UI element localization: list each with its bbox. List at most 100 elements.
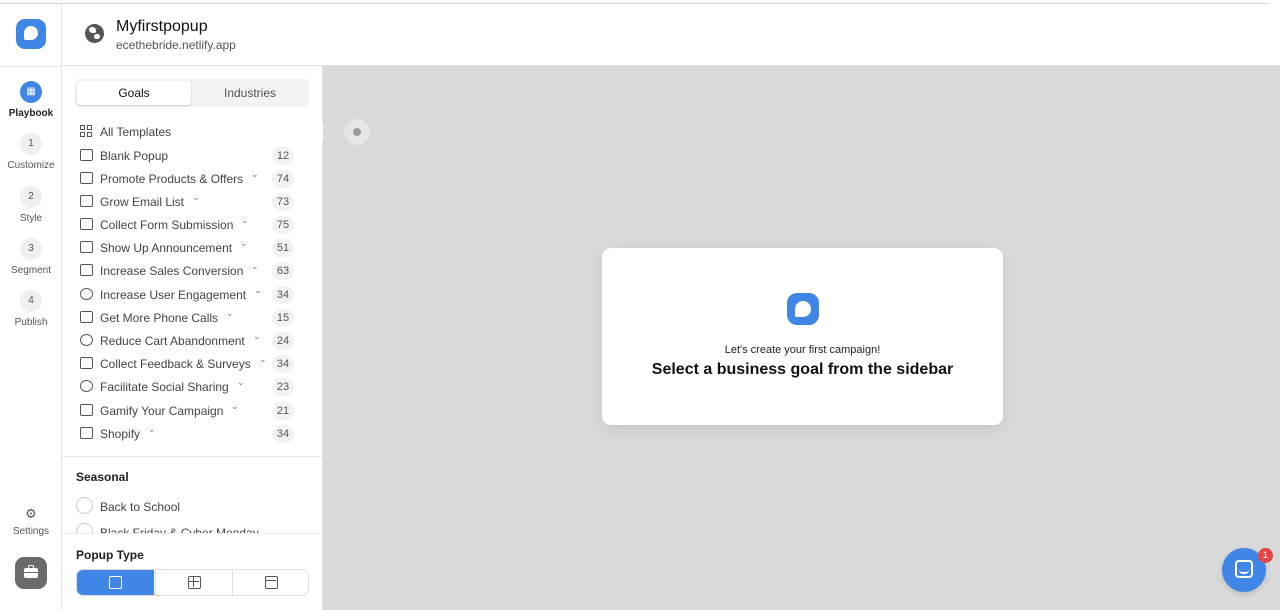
popup-type-modal-button[interactable] (77, 570, 154, 595)
goal-item[interactable]: Gamify Your Campaign ⌄ 21 (78, 400, 298, 422)
app-logo-icon[interactable] (16, 19, 46, 49)
goal-item-label: All Templates (100, 125, 172, 139)
chevron-down-icon[interactable]: ⌄ (237, 377, 245, 388)
goal-item-label: Reduce Cart Abandonment (100, 334, 245, 348)
goal-item-label: Shopify (100, 427, 141, 441)
settings-label: Settings (12, 526, 50, 537)
heart-icon (80, 380, 93, 392)
step-label: Style (19, 213, 43, 224)
site-url: ecethebride.netlify.app (116, 38, 236, 52)
goal-item[interactable]: Promote Products & Offers ⌄ 74 (78, 168, 298, 190)
globe-icon (85, 24, 104, 43)
sidebar-tabs: Goals Industries (75, 79, 309, 107)
chevron-down-icon[interactable]: ⌄ (240, 238, 248, 249)
goal-item[interactable]: Reduce Cart Abandonment ⌄ 24 (78, 330, 298, 352)
goal-count-badge: 74 (272, 170, 294, 188)
goal-item-label: Promote Products & Offers (100, 172, 244, 186)
sad-face-icon (80, 334, 93, 346)
step-number: 3 (20, 238, 42, 260)
site-header: Myfirstpopup ecethebride.netlify.app (62, 4, 1280, 66)
goal-item[interactable]: Collect Form Submission ⌄ 75 (78, 214, 298, 236)
center-popup-icon (188, 576, 201, 589)
chevron-down-icon[interactable]: ⌄ (226, 308, 234, 319)
popup-type-center-button[interactable] (155, 570, 232, 595)
megaphone-icon (80, 172, 93, 184)
chevron-down-icon[interactable]: ⌄ (192, 192, 200, 203)
left-rail: ▦ Playbook 1 Customize 2 Style 3 Segment… (0, 4, 62, 610)
goal-item[interactable]: Blank Popup 12 (78, 145, 298, 167)
goal-count-badge: 12 (272, 147, 294, 165)
popup-type-selector (76, 569, 309, 596)
tab-industries[interactable]: Industries (193, 81, 307, 105)
bar-popup-icon (265, 576, 278, 589)
briefcase-icon[interactable] (15, 557, 47, 589)
playbook-grid-icon: ▦ (20, 81, 42, 103)
goal-item-label: Facilitate Social Sharing (100, 380, 229, 394)
chevron-down-icon[interactable]: ⌄ (259, 354, 267, 365)
goal-count-badge: 75 (272, 216, 294, 234)
chevron-down-icon[interactable]: ⌄ (148, 424, 156, 435)
step-number: 4 (20, 290, 42, 312)
tab-goals[interactable]: Goals (77, 81, 191, 105)
goal-item-label: Increase Sales Conversion (100, 264, 244, 278)
goal-item[interactable]: Grow Email List ⌄ 73 (78, 191, 298, 213)
goal-count-badge: 51 (272, 239, 294, 257)
goal-count-badge: 34 (272, 355, 294, 373)
step-number: 1 (20, 133, 42, 155)
gear-icon: ⚙ (25, 506, 37, 521)
chevron-down-icon[interactable]: ⌄ (241, 215, 249, 226)
radio-button[interactable] (76, 497, 93, 514)
goal-item[interactable]: Increase Sales Conversion ⌄ 63 (78, 260, 298, 282)
gamepad-icon (80, 404, 93, 416)
goal-item[interactable]: Collect Feedback & Surveys ⌄ 34 (78, 353, 298, 375)
goal-item-label: Collect Feedback & Surveys (100, 357, 251, 371)
site-name: Myfirstpopup (116, 18, 208, 35)
goal-item-label: Blank Popup (100, 149, 169, 163)
sidebar-pointer (313, 122, 323, 142)
goal-item[interactable]: Increase User Engagement ⌄ 34 (78, 284, 298, 306)
goal-item[interactable]: Facilitate Social Sharing ⌄ 23 (78, 376, 298, 398)
rail-divider (0, 66, 62, 67)
goal-count-badge: 23 (272, 378, 294, 396)
step-label: Customize (7, 160, 55, 171)
headphones-icon (80, 311, 93, 323)
users-icon (80, 288, 93, 300)
goal-item[interactable]: Get More Phone Calls ⌄ 15 (78, 307, 298, 329)
modal-popup-icon (109, 576, 122, 589)
goal-item-label: Collect Form Submission (100, 218, 234, 232)
goal-item-label: Show Up Announcement (100, 241, 233, 255)
goal-item[interactable]: All Templates (78, 121, 298, 143)
grid-icon (80, 125, 93, 137)
mail-icon (80, 195, 93, 207)
goal-count-badge: 15 (272, 309, 294, 327)
chevron-down-icon[interactable]: ⌄ (231, 401, 239, 412)
popup-type-bar-button[interactable] (232, 570, 308, 595)
goal-item-label: Grow Email List (100, 195, 185, 209)
seasonal-heading: Seasonal (76, 470, 129, 484)
goal-count-badge: 73 (272, 193, 294, 211)
step-segment[interactable]: 3 Segment (0, 238, 62, 276)
form-icon (80, 218, 93, 230)
goals-sidebar: Goals Industries All Templates Blank Popu… (62, 66, 323, 610)
canvas-pin-icon[interactable] (344, 119, 370, 145)
goal-item[interactable]: Show Up Announcement ⌄ 51 (78, 237, 298, 259)
step-publish[interactable]: 4 Publish (0, 290, 62, 328)
seasonal-item-label: Back to School (100, 500, 181, 514)
goal-item-label: Get More Phone Calls (100, 311, 219, 325)
bell-icon (80, 241, 93, 253)
chevron-down-icon[interactable]: ⌄ (254, 285, 262, 296)
blank-popup-icon (80, 149, 93, 161)
popup-type-panel: Popup Type (62, 533, 322, 610)
chevron-down-icon[interactable]: ⌄ (251, 261, 259, 272)
step-label: Publish (14, 317, 48, 328)
step-customize[interactable]: 1 Customize (0, 133, 62, 171)
step-playbook[interactable]: ▦ Playbook (0, 81, 62, 119)
chevron-down-icon[interactable]: ⌄ (251, 169, 259, 180)
settings-button[interactable]: ⚙ Settings (0, 506, 62, 538)
goal-item[interactable]: Shopify ⌄ 34 (78, 423, 298, 445)
empty-state-subtitle: Let's create your first campaign! (724, 344, 881, 356)
goal-count-badge: 24 (272, 332, 294, 350)
chevron-down-icon[interactable]: ⌄ (253, 331, 261, 342)
chat-icon (1235, 560, 1253, 578)
step-style[interactable]: 2 Style (0, 186, 62, 224)
